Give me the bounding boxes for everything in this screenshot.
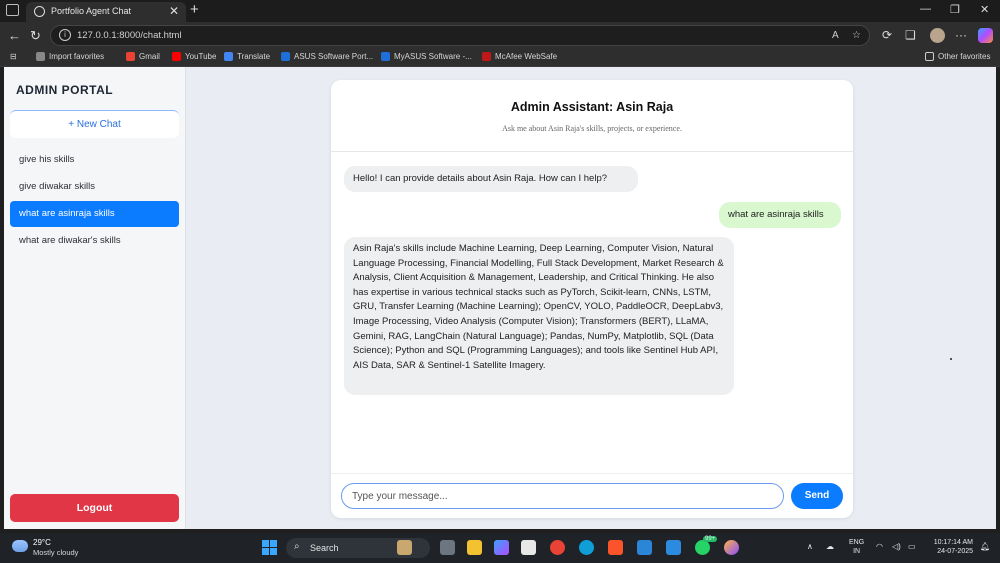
app-icon[interactable] — [724, 540, 739, 555]
bot-message: Asin Raja's skills include Machine Learn… — [344, 237, 734, 395]
youtube-icon — [172, 52, 181, 61]
globe-icon — [34, 6, 45, 17]
chat-panel: Admin Assistant: Asin Raja Ask me about … — [331, 80, 853, 518]
input-language[interactable]: ENG IN — [849, 538, 864, 556]
chat-subtitle: Ask me about Asin Raja's skills, project… — [502, 124, 682, 133]
browser-tab[interactable]: Portfolio Agent Chat ✕ — [26, 2, 186, 22]
chat-history-item[interactable]: give diwakar skills — [10, 174, 179, 200]
onedrive-icon[interactable] — [637, 540, 652, 555]
file-explorer-icon[interactable] — [467, 540, 482, 555]
volume-icon[interactable]: ◁) — [892, 542, 901, 551]
search-icon: ⌕ — [294, 541, 300, 552]
bot-message: Hello! I can provide details about Asin … — [344, 166, 638, 192]
windows-taskbar: 29°C Mostly cloudy ⌕ Search 99+ ∧ ☁ ENG … — [0, 533, 1000, 563]
profile-avatar[interactable] — [930, 28, 945, 43]
taskbar-search-label: Search — [310, 543, 339, 553]
message-composer: Send — [331, 473, 853, 518]
asus-icon — [281, 52, 290, 61]
copilot-icon[interactable] — [978, 28, 993, 43]
edge-icon[interactable] — [579, 540, 594, 555]
site-info-icon[interactable]: i — [59, 29, 71, 41]
chat-history-item[interactable]: give his skills — [10, 147, 179, 173]
notification-badge: 99+ — [703, 536, 718, 542]
minimize-icon[interactable]: — — [920, 3, 931, 15]
more-menu-icon[interactable]: ··· — [955, 28, 967, 42]
message-input[interactable] — [341, 483, 784, 509]
show-hidden-icons-chevron[interactable]: ∧ — [807, 542, 813, 551]
cloud-sync-icon[interactable]: ☁ — [826, 542, 834, 551]
tab-actions-icon[interactable] — [6, 4, 19, 16]
bookmark-import-favorites[interactable]: Import favorites — [36, 52, 104, 61]
bookmark-gmail[interactable]: Gmail — [126, 52, 160, 61]
new-chat-button[interactable]: + New Chat — [10, 110, 179, 138]
address-bar-row: ← ↻ i 127.0.0.1:8000/chat.html A ☆ ⟳ ❏ ·… — [0, 22, 1000, 49]
new-tab-button[interactable]: + — [190, 1, 199, 18]
bookmark-asus-software-portal[interactable]: ASUS Software Port... — [281, 52, 373, 61]
bookmark-translate[interactable]: Translate — [224, 52, 270, 61]
send-button[interactable]: Send — [791, 483, 843, 509]
vscode-icon[interactable] — [666, 540, 681, 555]
battery-icon[interactable]: ▭ — [908, 542, 916, 551]
favorite-star-icon[interactable]: ☆ — [852, 30, 861, 41]
cloud-icon[interactable] — [12, 540, 28, 552]
split-screen-icon[interactable]: ❏ — [905, 28, 916, 42]
chat-title: Admin Assistant: Asin Raja — [510, 100, 674, 114]
bookmark-youtube[interactable]: YouTube — [172, 52, 216, 61]
window-close-icon[interactable]: ✕ — [980, 3, 989, 16]
bookmark-mcafee-websafe[interactable]: McAfee WebSafe — [482, 52, 557, 61]
brave-icon[interactable] — [608, 540, 623, 555]
url-text: 127.0.0.1:8000/chat.html — [77, 30, 182, 41]
user-message: what are asinraja skills — [719, 202, 841, 228]
import-icon — [36, 52, 45, 61]
bookmarks-bar: ⊟ Import favorites Gmail YouTube Transla… — [0, 49, 1000, 67]
windows-start-icon[interactable] — [262, 540, 277, 555]
gmail-icon — [126, 52, 135, 61]
refresh-icon[interactable]: ↻ — [30, 28, 41, 44]
task-view-icon[interactable] — [440, 540, 455, 555]
tab-title: Portfolio Agent Chat — [51, 6, 132, 16]
tab-close-icon[interactable]: ✕ — [169, 4, 179, 18]
chrome-icon[interactable] — [550, 540, 565, 555]
folder-icon — [925, 52, 934, 61]
bookmarks-menu-icon[interactable]: ⊟ — [10, 52, 17, 61]
myasus-icon — [381, 52, 390, 61]
cursor-dot — [950, 358, 952, 360]
page-viewport: ADMIN PORTAL + New Chat give his skills … — [4, 67, 996, 529]
bookmark-myasus-software[interactable]: MyASUS Software -... — [381, 52, 472, 61]
chat-header: Admin Assistant: Asin Raja Ask me about … — [331, 80, 853, 152]
sidebar: ADMIN PORTAL + New Chat give his skills … — [4, 67, 186, 529]
copilot-app-icon[interactable] — [494, 540, 509, 555]
microsoft-store-icon[interactable] — [521, 540, 536, 555]
other-favorites-folder[interactable]: Other favorites — [925, 52, 990, 61]
wifi-icon[interactable]: ◠ — [876, 542, 883, 551]
browser-tab-strip: Portfolio Agent Chat ✕ + — ❐ ✕ — [0, 0, 1000, 22]
chat-history-item-active[interactable]: what are asinraja skills — [10, 201, 179, 227]
whatsapp-icon[interactable] — [695, 540, 710, 555]
search-highlight-icon[interactable] — [397, 540, 412, 555]
system-clock[interactable]: 10:17:14 AM 24-07-2025 — [925, 538, 973, 556]
notifications-bell-icon[interactable]: 🔔︎ — [980, 542, 990, 551]
weather-condition: Mostly cloudy — [33, 548, 79, 557]
url-field[interactable]: i 127.0.0.1:8000/chat.html A ☆ — [50, 25, 870, 46]
chat-history-item[interactable]: what are diwakar's skills — [10, 228, 179, 254]
logout-button[interactable]: Logout — [10, 494, 179, 522]
sidebar-title: ADMIN PORTAL — [16, 83, 114, 97]
back-arrow-icon[interactable]: ← — [8, 28, 21, 43]
mcafee-icon — [482, 52, 491, 61]
extensions-icon[interactable]: ⟳ — [882, 28, 892, 42]
weather-temperature: 29°C — [33, 538, 51, 547]
maximize-icon[interactable]: ❐ — [950, 3, 960, 16]
translate-icon — [224, 52, 233, 61]
read-aloud-icon[interactable]: A — [832, 30, 839, 41]
